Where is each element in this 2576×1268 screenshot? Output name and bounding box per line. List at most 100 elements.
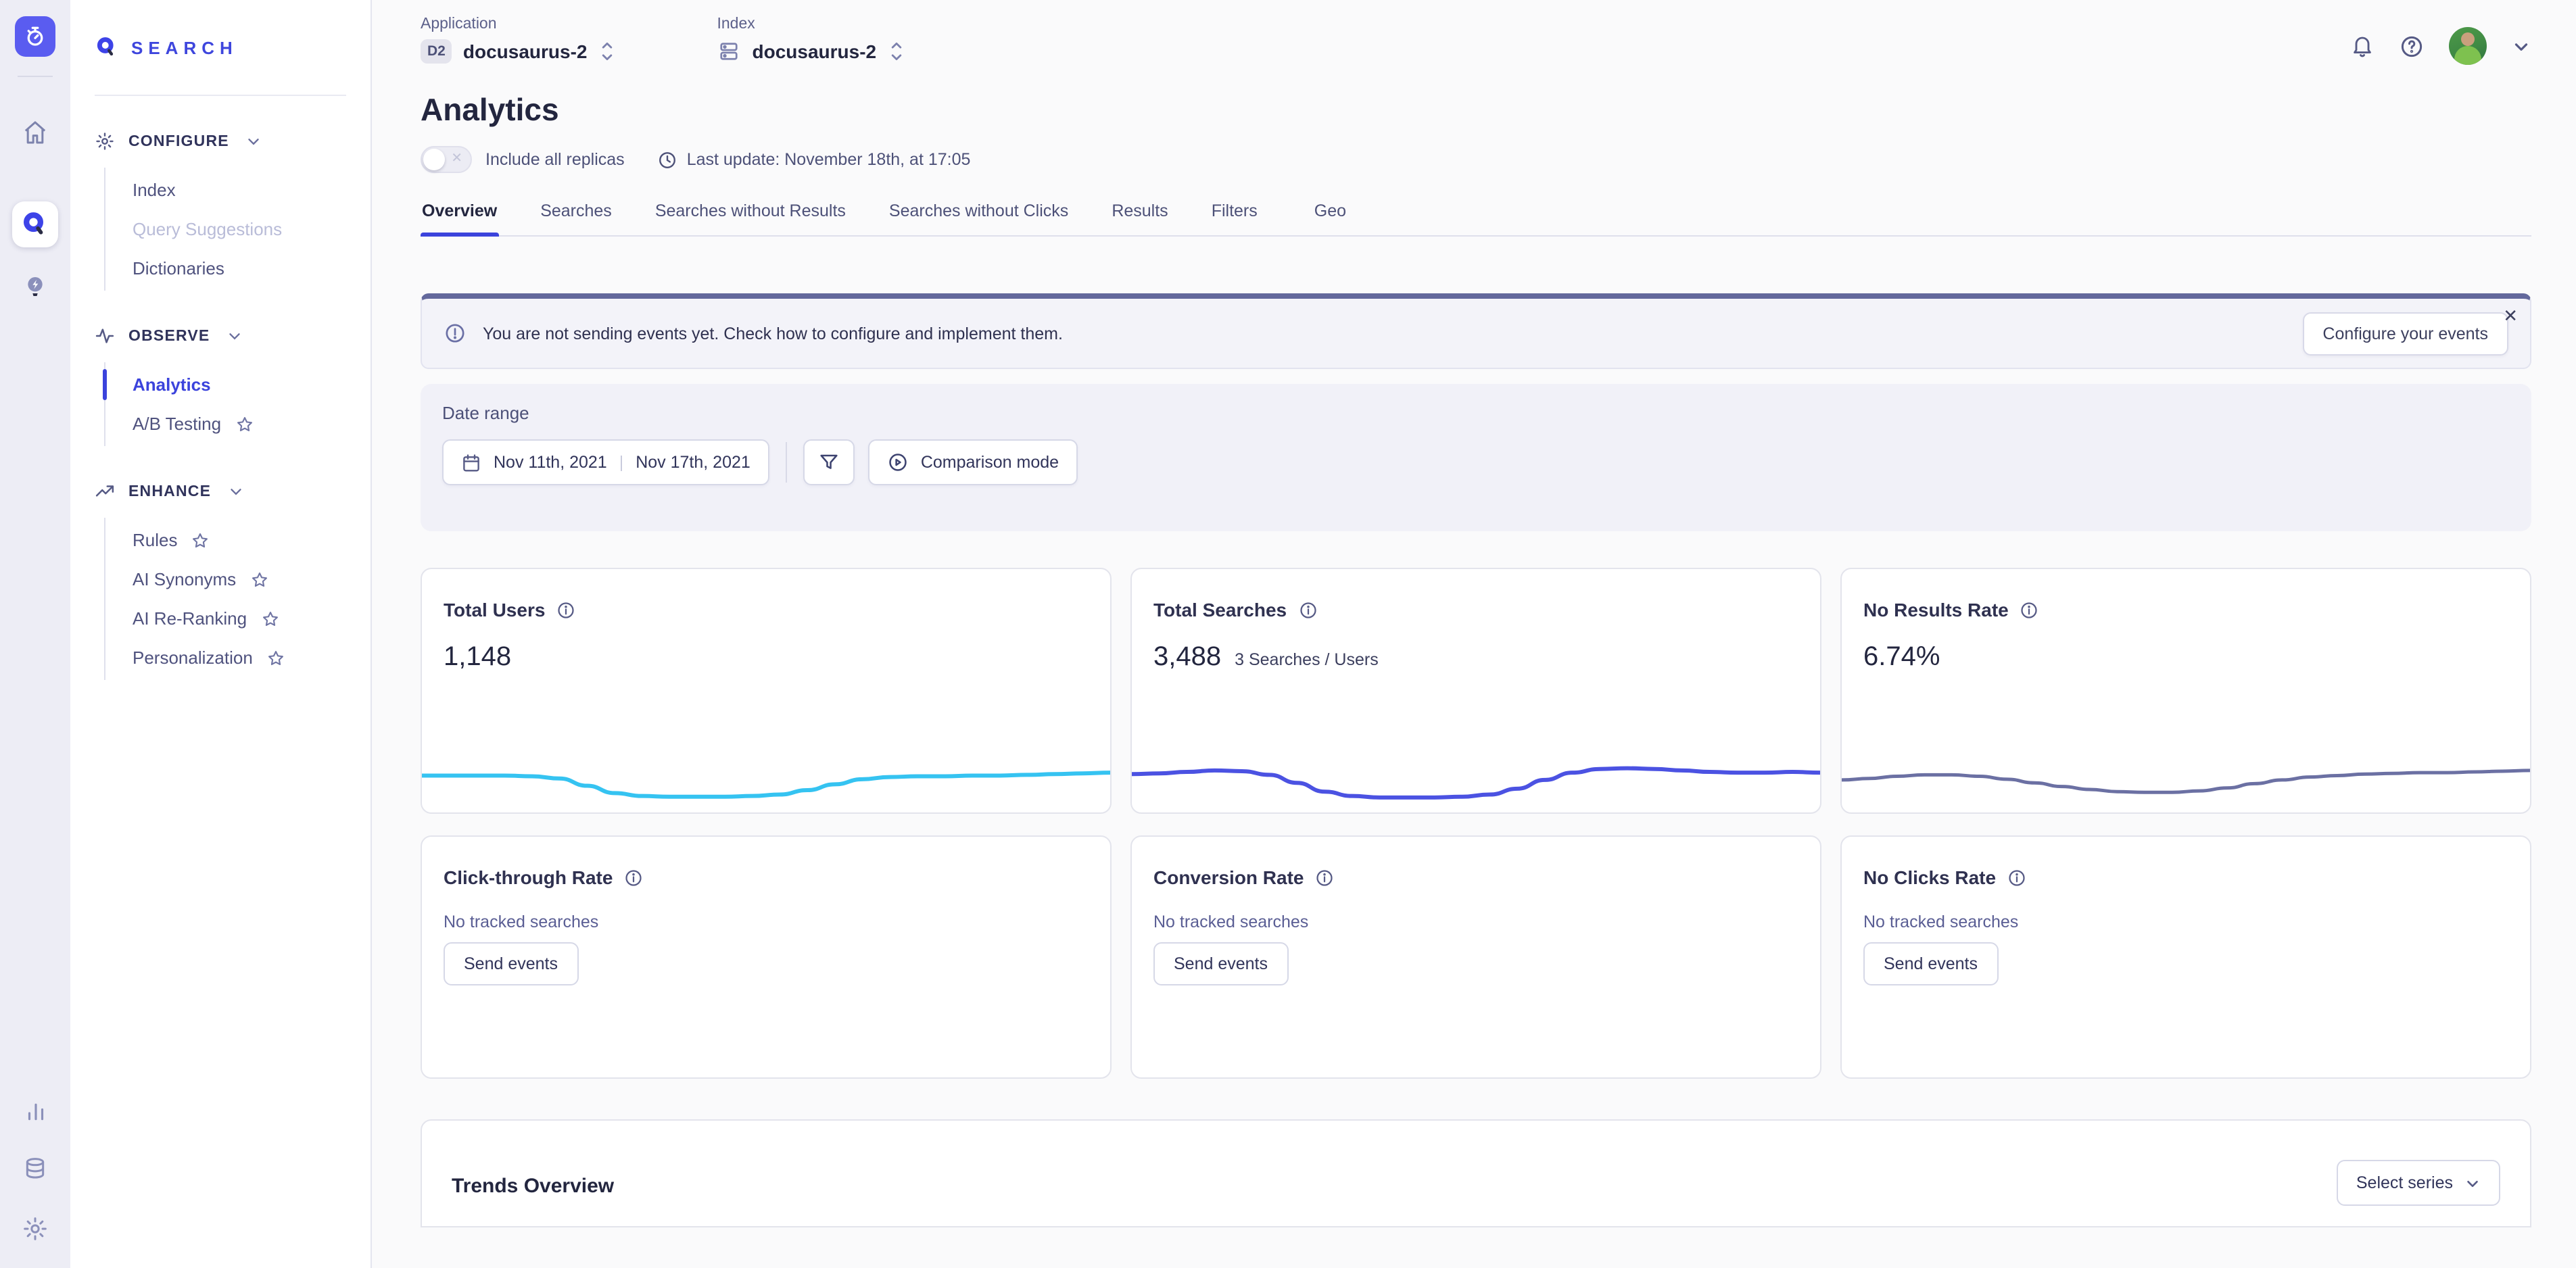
gear-icon xyxy=(95,131,115,151)
chevron-down-icon xyxy=(245,132,263,150)
empty-state-text: No tracked searches xyxy=(1153,912,1798,931)
send-events-button[interactable]: Send events xyxy=(444,942,578,985)
empty-state-text: No tracked searches xyxy=(444,912,1089,931)
configure-events-button[interactable]: Configure your events xyxy=(2302,312,2508,355)
sidebar-logo: SEARCH xyxy=(95,0,346,96)
section-configure-header[interactable]: CONFIGURE xyxy=(95,131,346,151)
calendar-icon xyxy=(461,452,481,472)
card-title: No Results Rate xyxy=(1863,599,2009,620)
star-icon xyxy=(266,648,285,667)
total-users-value: 1,148 xyxy=(444,642,511,673)
page-meta-row: ✕ Include all replicas Last update: Nove… xyxy=(421,146,2531,173)
star-icon xyxy=(191,531,210,550)
sidebar-item-personalization[interactable]: Personalization xyxy=(105,638,346,677)
total-searches-sparkline xyxy=(1132,718,1820,804)
application-label: Application xyxy=(421,16,617,32)
search-product-icon[interactable] xyxy=(12,201,58,247)
trending-up-icon xyxy=(95,481,115,502)
index-stack-icon xyxy=(717,39,742,64)
sidebar-item-analytics[interactable]: Analytics xyxy=(105,365,346,404)
bar-chart-icon[interactable] xyxy=(15,1090,55,1130)
star-icon xyxy=(235,414,254,433)
rail-bottom-group xyxy=(15,1090,55,1249)
play-circle-icon xyxy=(887,452,909,473)
sidebar-item-ai-reranking[interactable]: AI Re-Ranking xyxy=(105,599,346,638)
timer-logo-icon[interactable] xyxy=(15,16,55,57)
total-searches-card: Total Searches 3,488 3 Searches / Users xyxy=(1130,568,1821,814)
info-icon[interactable] xyxy=(2007,867,2027,887)
info-icon[interactable] xyxy=(623,867,644,887)
notifications-bell-icon[interactable] xyxy=(2350,34,2375,58)
app-window: SEARCH CONFIGURE Index Query Suggestions… xyxy=(0,0,2576,1268)
tab-geo[interactable]: Geo xyxy=(1313,196,1347,235)
send-events-button[interactable]: Send events xyxy=(1153,942,1288,985)
sidebar-item-rules[interactable]: Rules xyxy=(105,520,346,560)
chevron-down-icon xyxy=(226,327,243,345)
database-icon[interactable] xyxy=(15,1149,55,1190)
section-label: OBSERVE xyxy=(128,328,210,344)
home-icon[interactable] xyxy=(15,112,55,153)
select-series-button[interactable]: Select series xyxy=(2337,1160,2500,1206)
banner-close-icon[interactable]: ✕ xyxy=(2503,306,2518,327)
sidebar-section-configure: CONFIGURE Index Query Suggestions Dictio… xyxy=(95,131,346,291)
info-icon[interactable] xyxy=(2020,600,2040,620)
comparison-mode-button[interactable]: Comparison mode xyxy=(868,439,1078,485)
help-icon[interactable] xyxy=(2399,33,2425,59)
application-select[interactable]: D2 docusaurus-2 xyxy=(421,39,617,64)
banner-message: You are not sending events yet. Check ho… xyxy=(483,324,1063,343)
include-replicas-label: Include all replicas xyxy=(485,150,625,169)
section-enhance-header[interactable]: ENHANCE xyxy=(95,481,346,502)
info-icon xyxy=(444,322,467,345)
clock-icon xyxy=(657,149,677,170)
caret-updown-icon xyxy=(598,39,617,64)
include-replicas-toggle[interactable]: ✕ xyxy=(421,146,472,173)
index-select[interactable]: docusaurus-2 xyxy=(717,39,907,64)
account-chevron-down-icon[interactable] xyxy=(2511,36,2531,56)
settings-gear-icon[interactable] xyxy=(15,1209,55,1249)
date-range-panel: Date range Nov 11th, 2021 | Nov 17th, 20… xyxy=(421,384,2531,531)
total-searches-value: 3,488 xyxy=(1153,642,1221,673)
rail-divider xyxy=(18,76,53,77)
top-bar: Application D2 docusaurus-2 Index docusa… xyxy=(421,0,2531,65)
tab-results[interactable]: Results xyxy=(1110,196,1169,235)
tab-searches-without-results[interactable]: Searches without Results xyxy=(654,196,847,235)
searches-per-user: 3 Searches / Users xyxy=(1235,650,1379,669)
tab-searches[interactable]: Searches xyxy=(539,196,613,235)
top-right-actions xyxy=(2350,16,2531,65)
no-results-rate-card: No Results Rate 6.74% xyxy=(1840,568,2531,814)
date-range-button[interactable]: Nov 11th, 2021 | Nov 17th, 2021 xyxy=(442,439,769,485)
section-observe-header[interactable]: OBSERVE xyxy=(95,326,346,346)
tab-searches-without-clicks[interactable]: Searches without Clicks xyxy=(888,196,1070,235)
user-avatar[interactable] xyxy=(2449,27,2487,65)
last-update-text: Last update: November 18th, at 17:05 xyxy=(687,150,971,169)
trends-overview-card: Trends Overview Select series xyxy=(421,1119,2531,1227)
click-through-rate-card: Click-through Rate No tracked searches S… xyxy=(421,835,1112,1079)
sidebar-item-index[interactable]: Index xyxy=(105,170,346,210)
send-events-button[interactable]: Send events xyxy=(1863,942,1998,985)
recommend-bulb-icon[interactable] xyxy=(15,266,55,307)
chevron-down-icon xyxy=(227,483,245,500)
sidebar: SEARCH CONFIGURE Index Query Suggestions… xyxy=(70,0,372,1268)
total-users-sparkline xyxy=(422,718,1110,804)
star-icon xyxy=(249,570,268,589)
sidebar-item-ab-testing[interactable]: A/B Testing xyxy=(105,404,346,443)
metric-cards-row-2: Click-through Rate No tracked searches S… xyxy=(421,835,2531,1079)
comparison-mode-label: Comparison mode xyxy=(921,453,1059,472)
page-title: Analytics xyxy=(421,92,2531,128)
tab-filters[interactable]: Filters xyxy=(1210,196,1259,235)
no-results-rate-value: 6.74% xyxy=(1863,642,1940,673)
card-title: No Clicks Rate xyxy=(1863,867,1996,888)
sidebar-item-dictionaries[interactable]: Dictionaries xyxy=(105,249,346,288)
sidebar-item-query-suggestions[interactable]: Query Suggestions xyxy=(105,210,346,249)
info-icon[interactable] xyxy=(556,600,576,620)
info-icon[interactable] xyxy=(1297,600,1318,620)
no-results-rate-sparkline xyxy=(1842,718,2530,804)
filter-divider xyxy=(786,442,787,483)
tab-overview[interactable]: Overview xyxy=(421,196,498,235)
info-icon[interactable] xyxy=(1315,867,1335,887)
sidebar-item-ai-synonyms[interactable]: AI Synonyms xyxy=(105,560,346,599)
filter-funnel-button[interactable] xyxy=(803,439,855,485)
empty-state-text: No tracked searches xyxy=(1863,912,2508,931)
card-title: Conversion Rate xyxy=(1153,867,1304,888)
index-label: Index xyxy=(717,16,907,32)
